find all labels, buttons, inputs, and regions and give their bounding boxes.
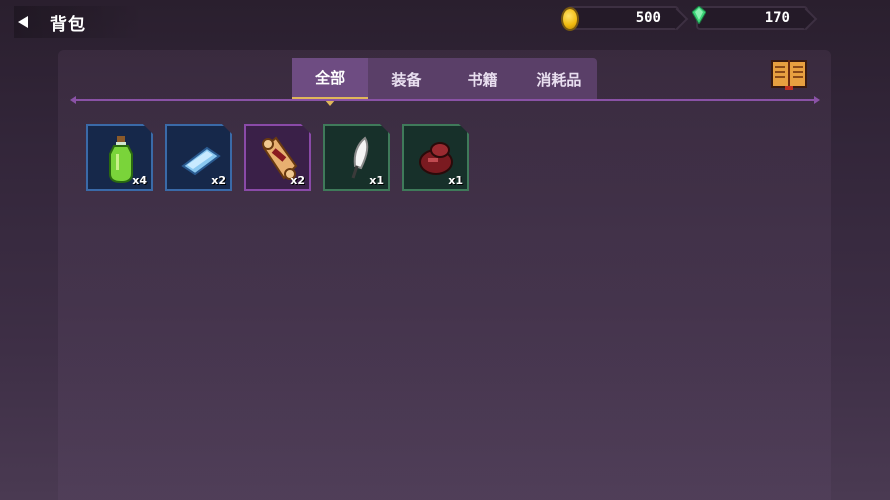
tab-books-label: 书籍 bbox=[467, 70, 498, 89]
item-quantity: x2 bbox=[211, 174, 226, 187]
tab-equipment[interactable]: 装备 bbox=[368, 58, 444, 100]
gold-currency: 500 bbox=[561, 6, 679, 31]
tab-consumables-label: 消耗品 bbox=[536, 70, 582, 89]
item-slot-feather[interactable]: x1 bbox=[323, 124, 390, 191]
divider-left-tip bbox=[70, 96, 76, 104]
tab-books[interactable]: 书籍 bbox=[445, 58, 521, 100]
top-bar: 背包 500 170 bbox=[0, 0, 890, 44]
back-button[interactable]: 背包 bbox=[14, 6, 144, 38]
tab-divider bbox=[74, 99, 816, 101]
item-quantity: x2 bbox=[290, 174, 305, 187]
item-slot-ice-bar[interactable]: x2 bbox=[165, 124, 232, 191]
tab-all-label: 全部 bbox=[315, 69, 346, 87]
tab-equipment-label: 装备 bbox=[391, 70, 422, 89]
page-title: 背包 bbox=[50, 14, 86, 35]
divider-right-tip bbox=[814, 96, 820, 104]
gold-amount: 500 bbox=[635, 10, 661, 26]
gem-amount: 170 bbox=[764, 10, 790, 26]
item-quantity: x4 bbox=[132, 174, 147, 187]
item-grid: x4 x2 x2 x1 x1 bbox=[86, 124, 469, 191]
item-quantity: x1 bbox=[369, 174, 384, 187]
item-slot-scroll[interactable]: x2 bbox=[244, 124, 311, 191]
tab-consumables[interactable]: 消耗品 bbox=[521, 58, 597, 100]
gem-currency: 170 bbox=[692, 6, 808, 30]
inventory-panel bbox=[58, 50, 831, 500]
item-slot-potion[interactable]: x4 bbox=[86, 124, 153, 191]
book-icon[interactable] bbox=[769, 56, 809, 92]
tab-all[interactable]: 全部 bbox=[292, 58, 369, 106]
category-tabs: 全部 装备 书籍 消耗品 bbox=[292, 58, 597, 106]
item-quantity: x1 bbox=[448, 174, 463, 187]
item-slot-meat[interactable]: x1 bbox=[402, 124, 469, 191]
coin-icon bbox=[561, 7, 579, 31]
gem-icon bbox=[692, 6, 706, 24]
back-arrow-icon bbox=[18, 16, 28, 28]
